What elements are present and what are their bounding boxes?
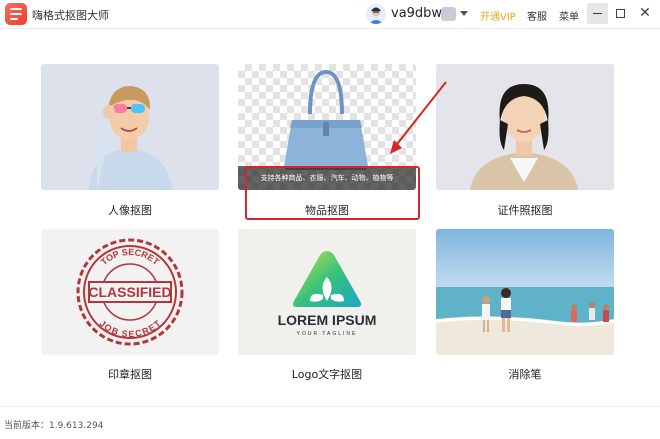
portrait-child-image [89,86,173,190]
tile-label-id-photo[interactable]: 证件照抠图 [436,202,614,218]
tile-label-eraser[interactable]: 消除笔 [436,366,614,382]
footer-divider [0,406,660,407]
maximize-button[interactable] [616,9,625,18]
lorem-ipsum-logo-image: LOREM IPSUM YOUR TAGLINE [278,251,377,337]
user-avatar[interactable] [366,4,386,24]
tile-seal-cutout[interactable]: TOP SECRET JOB SECRET CLASSIFIED [41,229,219,355]
tile-id-photo-cutout[interactable] [436,64,614,190]
tile-logo-text-cutout[interactable]: LOREM IPSUM YOUR TAGLINE [238,229,416,355]
version-text: 当前版本：1.9.613.294 [4,421,104,431]
title-bar: 嗨格式抠图大师 va9dbw9 开通VIP 客服 菜单 ✕ [0,0,660,28]
beach-scene-image [436,229,614,355]
classified-stamp-image: TOP SECRET JOB SECRET CLASSIFIED [76,238,184,346]
open-vip-link[interactable]: 开通VIP [480,8,516,23]
minimize-button[interactable] [587,3,608,24]
logo-tagline-text: YOUR TAGLINE [297,331,358,337]
vip-badge-icon [441,7,456,21]
customer-service-link[interactable]: 客服 [527,8,547,23]
tile-label-logo-text[interactable]: Logo文字抠图 [238,366,416,382]
stamp-bottom-text: JOB SECRET [97,318,163,339]
highlight-box [245,166,420,220]
menu-button[interactable]: 菜单 [559,8,579,23]
app-logo-icon [5,3,27,25]
annotation-arrow-icon [390,81,447,154]
stamp-middle-text: CLASSIFIED [88,284,171,300]
divider [0,28,660,29]
logo-name-text: LOREM IPSUM [278,312,377,328]
tile-label-seal[interactable]: 印章抠图 [41,366,219,382]
close-button[interactable]: ✕ [635,3,655,23]
svg-text:JOB SECRET: JOB SECRET [97,318,163,339]
app-title: 嗨格式抠图大师 [32,9,109,22]
tile-eraser[interactable] [436,229,614,355]
tile-label-portrait[interactable]: 人像抠图 [41,202,219,218]
chevron-down-icon[interactable] [460,11,468,16]
tile-portrait-cutout[interactable] [41,64,219,190]
id-photo-woman-image [470,84,578,190]
